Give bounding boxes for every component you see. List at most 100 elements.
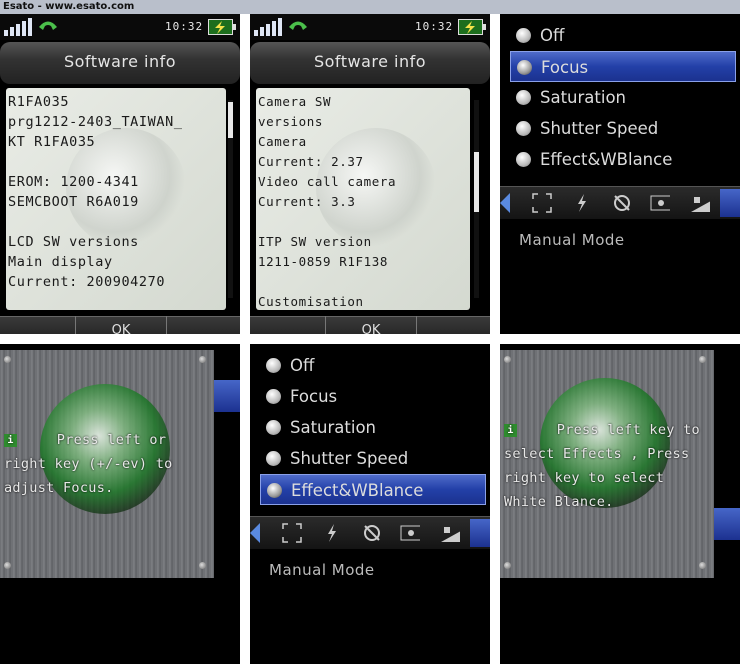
menu-item-focus[interactable]: Focus <box>510 51 736 82</box>
menu-item-saturation[interactable]: Saturation <box>510 82 736 113</box>
menu-item-off[interactable]: Off <box>510 20 736 51</box>
screw-icon <box>699 356 706 363</box>
metering-spot-icon[interactable] <box>650 193 670 213</box>
flash-icon[interactable] <box>322 523 342 543</box>
status-bar: 10:32 <box>250 14 490 40</box>
menu-item-shutter-speed[interactable]: Shutter Speed <box>510 113 736 144</box>
site-header: Esato - www.esato.com <box>0 0 740 14</box>
info-line: versions <box>258 114 324 129</box>
radio-icon <box>516 28 531 43</box>
radio-icon <box>266 389 281 404</box>
info-line: prg1212-2403_TAIWAN_ <box>8 114 183 130</box>
software-info-screen-2: 10:32 Software info Camera SW versions C… <box>250 14 490 334</box>
info-line: Customisation <box>258 294 364 309</box>
focus-hint-screen: i Press left or right key (+/-ev) to adj… <box>0 344 240 664</box>
info-line: SEMCBOOT R6A019 <box>8 194 139 210</box>
radio-icon <box>266 451 281 466</box>
info-line: Current: 3.3 <box>258 194 356 209</box>
info-lines: Camera SW versions Camera Current: 2.37 … <box>258 92 396 310</box>
info-line <box>258 272 396 292</box>
ok-softkey[interactable]: OK <box>75 316 167 334</box>
title-bar: Software info <box>0 42 240 84</box>
arrow-left-icon[interactable] <box>500 193 520 213</box>
radio-icon <box>266 358 281 373</box>
info-line <box>8 212 183 232</box>
camera-settings-menu: Off Focus Saturation Shutter Speed Effec… <box>510 20 736 175</box>
battery-charging-icon <box>208 19 236 35</box>
exposure-icon[interactable] <box>440 523 460 543</box>
info-line: R1FA035 <box>8 94 70 110</box>
signal-icon <box>4 18 32 36</box>
page-title: Software info <box>63 52 177 71</box>
info-line: Current: 2.37 <box>258 154 364 169</box>
focus-hint-text: i Press left or right key (+/-ev) to adj… <box>4 432 173 496</box>
menu-item-effect-wb[interactable]: Effect&WBlance <box>260 474 486 505</box>
info-line: ITP SW version <box>258 234 372 249</box>
radio-icon <box>516 152 531 167</box>
screw-icon <box>4 356 11 363</box>
screw-icon <box>199 562 206 569</box>
status-bar: 10:32 <box>0 14 240 40</box>
info-text-area: R1FA035 prg1212-2403_TAIWAN_ KT R1FA035 … <box>6 88 226 310</box>
camera-toolbar <box>500 186 740 219</box>
radio-icon <box>266 420 281 435</box>
camera-settings-menu: Off Focus Saturation Shutter Speed Effec… <box>260 350 486 505</box>
info-line: Main display <box>8 254 113 270</box>
focus-frame-icon[interactable] <box>282 523 302 543</box>
info-line: Video call camera <box>258 174 397 189</box>
menu-item-off[interactable]: Off <box>260 350 486 381</box>
radio-icon <box>516 121 531 136</box>
clock: 10:32 <box>415 20 454 33</box>
info-lines: R1FA035 prg1212-2403_TAIWAN_ KT R1FA035 … <box>8 92 183 292</box>
exposure-icon[interactable] <box>690 193 710 213</box>
page-title: Software info <box>313 52 427 71</box>
info-line: EROM: 1200-4341 <box>8 174 139 190</box>
effects-hint-text: i Press left key to select Effects , Pre… <box>504 422 700 510</box>
title-bar: Software info <box>250 42 490 84</box>
signal-icon <box>254 18 282 36</box>
mode-button-icon[interactable] <box>470 519 490 547</box>
radio-icon <box>516 90 531 105</box>
screw-icon <box>504 562 511 569</box>
camera-toolbar <box>250 516 490 549</box>
menu-item-saturation[interactable]: Saturation <box>260 412 486 443</box>
screw-icon <box>699 562 706 569</box>
arrow-left-icon[interactable] <box>250 523 270 543</box>
metering-spot-icon[interactable] <box>400 523 420 543</box>
mode-label: Manual Mode <box>269 561 375 579</box>
battery-charging-icon <box>458 19 486 35</box>
focus-frame-icon[interactable] <box>532 193 552 213</box>
menu-item-focus[interactable]: Focus <box>260 381 486 412</box>
radio-selected-icon <box>267 483 282 498</box>
scrollbar-thumb[interactable] <box>474 152 479 212</box>
self-timer-off-icon[interactable] <box>612 193 632 213</box>
info-line <box>258 212 396 232</box>
info-line: Camera SW <box>258 94 332 109</box>
menu-item-shutter-speed[interactable]: Shutter Speed <box>260 443 486 474</box>
menu-tab-icon[interactable] <box>214 380 240 412</box>
menu-tab-icon[interactable] <box>714 508 740 540</box>
info-text-area: Camera SW versions Camera Current: 2.37 … <box>256 88 470 310</box>
camera-menu-screen-effect: Off Focus Saturation Shutter Speed Effec… <box>250 344 490 664</box>
camera-menu-screen-focus: Off Focus Saturation Shutter Speed Effec… <box>500 14 740 334</box>
info-icon: i <box>504 423 517 437</box>
screw-icon <box>199 356 206 363</box>
ok-softkey[interactable]: OK <box>325 316 417 334</box>
info-line: Camera <box>258 134 307 149</box>
mode-button-icon[interactable] <box>720 189 740 217</box>
mode-label: Manual Mode <box>519 231 625 249</box>
menu-item-effect-wb[interactable]: Effect&WBlance <box>510 144 736 175</box>
self-timer-off-icon[interactable] <box>362 523 382 543</box>
screw-icon <box>4 562 11 569</box>
call-icon <box>39 21 57 30</box>
scrollbar-thumb[interactable] <box>228 102 233 138</box>
flash-icon[interactable] <box>572 193 592 213</box>
info-line: Current: 200904270 <box>8 274 166 290</box>
clock: 10:32 <box>165 20 204 33</box>
info-icon: i <box>4 433 17 447</box>
call-icon <box>289 21 307 30</box>
radio-selected-icon <box>517 60 532 75</box>
info-line: 1211-0859 R1F138 <box>258 254 389 269</box>
info-line <box>8 152 183 172</box>
software-info-screen-1: 10:32 Software info R1FA035 prg1212-2403… <box>0 14 240 334</box>
